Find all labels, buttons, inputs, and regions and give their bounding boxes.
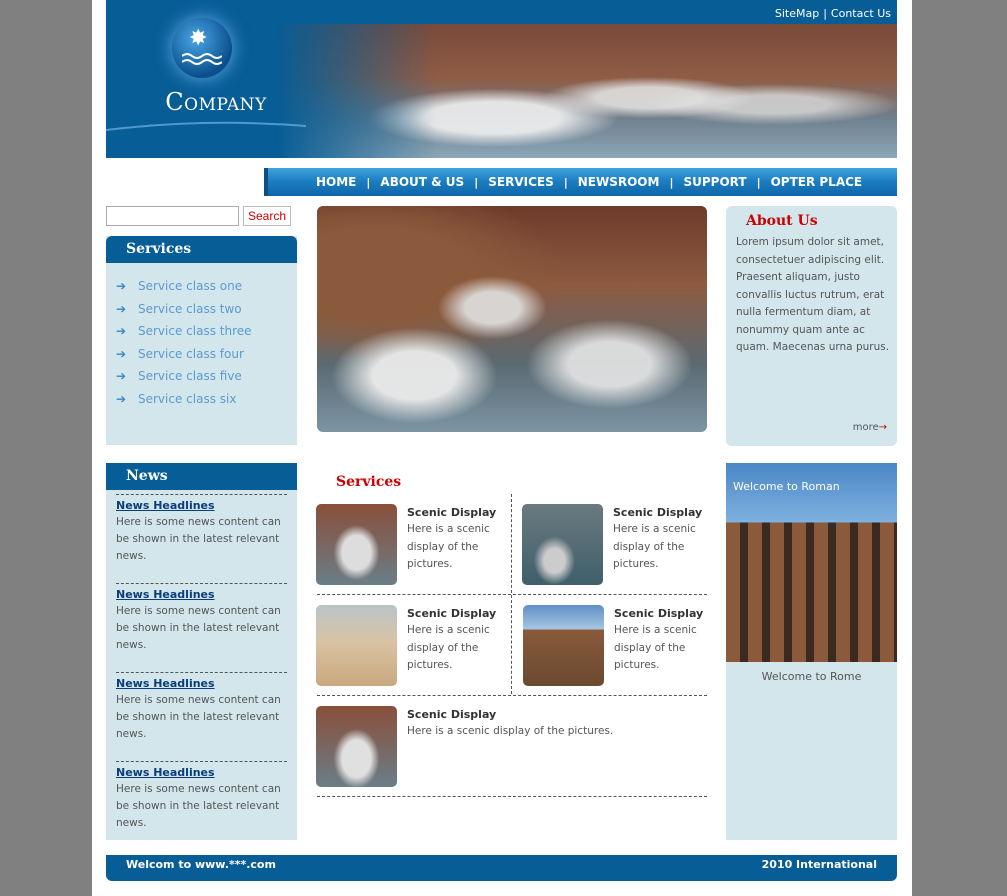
nav-separator: | <box>474 175 479 189</box>
about-us-text: Lorem ipsum dolor sit amet, consectetuer… <box>736 236 890 353</box>
news-list: News Headlines Here is some news content… <box>106 490 297 850</box>
scenic-card-text: Here is a scenic display of the pictures… <box>407 523 490 570</box>
arrow-right-icon: ➔ <box>116 369 127 384</box>
footer: Welcom to www.***.com 2010 International <box>106 855 897 881</box>
nav-support[interactable]: SUPPORT <box>683 175 746 189</box>
header-banner: ✸ Company SiteMap | Contact Us <box>106 0 897 158</box>
welcome-feature: Welcome to Roman Welcome to Rome <box>726 463 897 840</box>
more-link[interactable]: more→ <box>853 422 887 433</box>
scenic-card-title: Scenic Display <box>407 506 497 519</box>
more-label[interactable]: more <box>853 422 879 433</box>
news-item: News Headlines Here is some news content… <box>116 672 287 761</box>
footer-welcome-text: Welcom to www.***.com <box>126 858 276 871</box>
nav-separator: | <box>669 175 674 189</box>
scenic-card-title: Scenic Display <box>407 708 497 721</box>
service-item-label[interactable]: Service class four <box>138 347 244 361</box>
sitemap-link[interactable]: SiteMap <box>775 7 819 20</box>
scenic-thumbnail[interactable] <box>316 504 397 585</box>
news-item: News Headlines Here is some news content… <box>116 761 287 850</box>
news-item: News Headlines Here is some news content… <box>116 494 287 583</box>
nav-home[interactable]: HOME <box>316 175 356 189</box>
scenic-thumbnail[interactable] <box>316 706 397 787</box>
news-headline-link[interactable]: News Headlines <box>116 766 287 779</box>
news-body: Here is some news content can be shown i… <box>116 516 281 562</box>
scenic-card-title: Scenic Display <box>407 607 497 620</box>
nav-opter-place[interactable]: OPTER PLACE <box>771 175 863 189</box>
top-links: SiteMap | Contact Us <box>775 7 891 20</box>
services-sidebar: Services ➔ Service class one ➔ Service cla… <box>106 236 297 445</box>
link-separator: | <box>823 7 827 20</box>
sun-icon: ✸ <box>189 26 208 51</box>
news-body: Here is some news content can be shown i… <box>116 605 281 651</box>
feature-overlay-text: Welcome to Roman <box>733 480 840 493</box>
arrow-right-icon: → <box>878 422 887 433</box>
service-item[interactable]: ➔ Service class four <box>116 343 297 366</box>
arrow-right-icon: ➔ <box>116 346 127 361</box>
service-item-label[interactable]: Service class three <box>138 324 252 338</box>
scenic-card-text: Here is a scenic display of the pictures… <box>613 523 696 570</box>
news-headline-link[interactable]: News Headlines <box>116 499 287 512</box>
news-headline-link[interactable]: News Headlines <box>116 677 287 690</box>
nav-newsroom[interactable]: NEWSROOM <box>578 175 660 189</box>
service-item[interactable]: ➔ Service class two <box>116 298 297 321</box>
services-list: ➔ Service class one ➔ Service class two ➔ S… <box>106 263 297 410</box>
grid-divider-horizontal <box>317 695 707 696</box>
nav-separator: | <box>563 175 568 189</box>
scenic-card-text: Here is a scenic display of the pictures… <box>614 624 697 671</box>
contact-us-link[interactable]: Contact Us <box>831 7 891 20</box>
services-sidebar-title: Services <box>106 236 297 263</box>
news-title: News <box>106 463 297 490</box>
arrow-right-icon: ➔ <box>116 324 127 339</box>
service-item[interactable]: ➔ Service class three <box>116 320 297 343</box>
about-us-title: About Us <box>746 213 818 229</box>
nav-about-us[interactable]: ABOUT & US <box>380 175 464 189</box>
news-body: Here is some news content can be shown i… <box>116 783 281 829</box>
services-section-title: Services <box>336 474 402 490</box>
service-item-label[interactable]: Service class two <box>138 302 242 316</box>
service-item[interactable]: ➔ Service class five <box>116 365 297 388</box>
logo-swoosh <box>106 121 306 131</box>
scenic-card-text: Here is a scenic display of the pictures… <box>407 624 490 671</box>
grid-divider-horizontal <box>317 594 707 595</box>
feature-caption: Welcome to Rome <box>761 670 862 683</box>
fountain-banner-image <box>276 24 897 158</box>
logo-text: Company <box>165 88 267 116</box>
scenic-thumbnail[interactable] <box>523 605 604 686</box>
news-item: News Headlines Here is some news content… <box>116 583 287 672</box>
main-nav: HOME | ABOUT & US | SERVICES | NEWSROOM … <box>264 168 897 196</box>
grid-divider-horizontal <box>317 796 707 797</box>
service-item-label[interactable]: Service class six <box>138 392 236 406</box>
scenic-card-text: Here is a scenic display of the pictures… <box>407 725 614 737</box>
scenic-card-title: Scenic Display <box>614 607 704 620</box>
scenic-card-title: Scenic Display <box>613 506 703 519</box>
service-item[interactable]: ➔ Service class six <box>116 388 297 411</box>
news-body: Here is some news content can be shown i… <box>116 694 281 740</box>
news-sidebar: News News Headlines Here is some news co… <box>106 463 297 840</box>
logo-icon: ✸ <box>172 18 232 78</box>
arrow-right-icon: ➔ <box>116 391 127 406</box>
arrow-right-icon: ➔ <box>116 279 127 294</box>
nav-separator: | <box>366 175 371 189</box>
waves-icon <box>182 53 222 65</box>
about-us-box: About Us Lorem ipsum dolor sit amet, con… <box>726 206 897 446</box>
service-item-label[interactable]: Service class one <box>138 279 242 293</box>
main-fountain-image <box>317 206 707 432</box>
nav-services[interactable]: SERVICES <box>488 175 553 189</box>
search-button[interactable]: Search <box>243 206 291 226</box>
service-item[interactable]: ➔ Service class one <box>116 275 297 298</box>
page: ✸ Company SiteMap | Contact Us HOME | ABOU… <box>92 0 912 896</box>
scenic-thumbnail[interactable] <box>522 504 603 585</box>
arrow-right-icon: ➔ <box>116 301 127 316</box>
service-item-label[interactable]: Service class five <box>138 369 242 383</box>
news-headline-link[interactable]: News Headlines <box>116 588 287 601</box>
scenic-thumbnail[interactable] <box>316 605 397 686</box>
footer-copyright: 2010 International <box>761 858 877 871</box>
nav-separator: | <box>756 175 761 189</box>
search-input[interactable] <box>106 206 239 226</box>
